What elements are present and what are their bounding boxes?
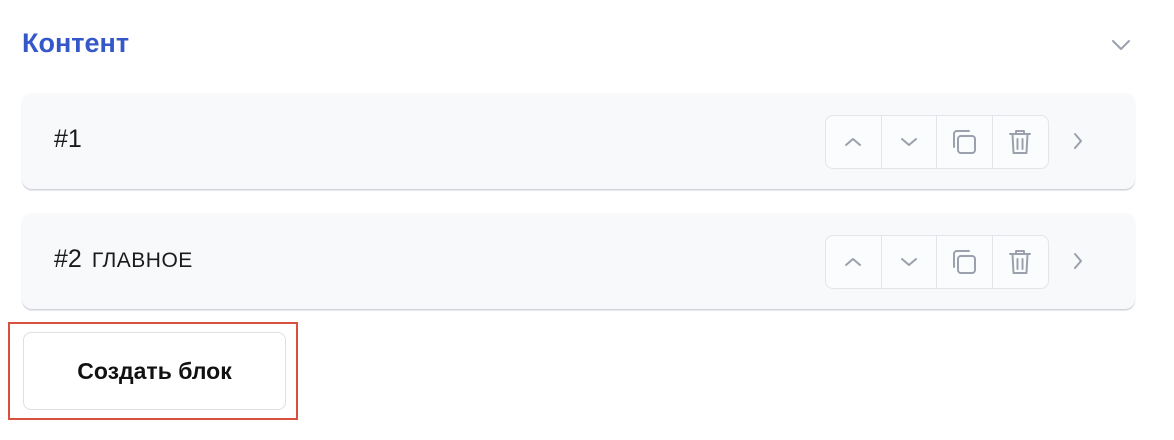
- chevron-up-icon: [843, 256, 863, 268]
- move-up-button[interactable]: [826, 236, 882, 288]
- move-down-button[interactable]: [882, 236, 937, 288]
- chevron-up-icon: [843, 136, 863, 148]
- content-block-row[interactable]: #1: [22, 93, 1135, 189]
- expand-block-button[interactable]: [1066, 249, 1090, 273]
- content-block-row[interactable]: #2 Главное: [22, 213, 1135, 309]
- trash-icon: [1007, 247, 1033, 277]
- section-title: Контент: [22, 28, 130, 58]
- chevron-down-icon: [899, 136, 919, 148]
- block-actions: [825, 115, 1049, 169]
- block-label: #2 Главное: [54, 213, 193, 309]
- duplicate-button[interactable]: [937, 236, 993, 288]
- expand-block-button[interactable]: [1066, 129, 1090, 153]
- block-title: Главное: [91, 249, 193, 272]
- create-block-button[interactable]: Создать блок: [23, 332, 286, 410]
- block-number: #1: [54, 125, 82, 153]
- block-number: #2: [54, 245, 82, 273]
- duplicate-icon: [949, 247, 979, 277]
- chevron-right-icon: [1072, 131, 1084, 151]
- duplicate-icon: [949, 127, 979, 157]
- move-down-button[interactable]: [882, 116, 937, 168]
- duplicate-button[interactable]: [937, 116, 993, 168]
- delete-button[interactable]: [993, 116, 1049, 168]
- collapse-toggle[interactable]: [1106, 30, 1136, 60]
- block-label: #1: [54, 93, 92, 189]
- move-up-button[interactable]: [826, 116, 882, 168]
- content-section-header: Контент: [22, 22, 1136, 66]
- block-actions: [825, 235, 1049, 289]
- chevron-right-icon: [1072, 251, 1084, 271]
- trash-icon: [1007, 127, 1033, 157]
- chevron-down-icon: [1110, 38, 1132, 52]
- chevron-down-icon: [899, 256, 919, 268]
- delete-button[interactable]: [993, 236, 1049, 288]
